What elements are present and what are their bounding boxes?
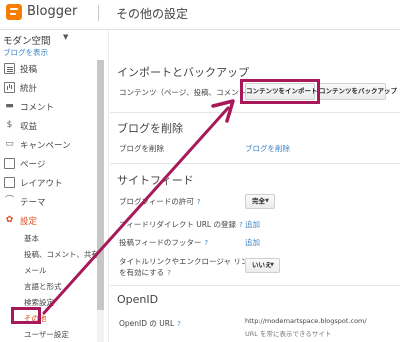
annotation-arrow [42, 99, 235, 315]
arrow-head [211, 99, 235, 123]
arrow-shaft [42, 106, 230, 315]
